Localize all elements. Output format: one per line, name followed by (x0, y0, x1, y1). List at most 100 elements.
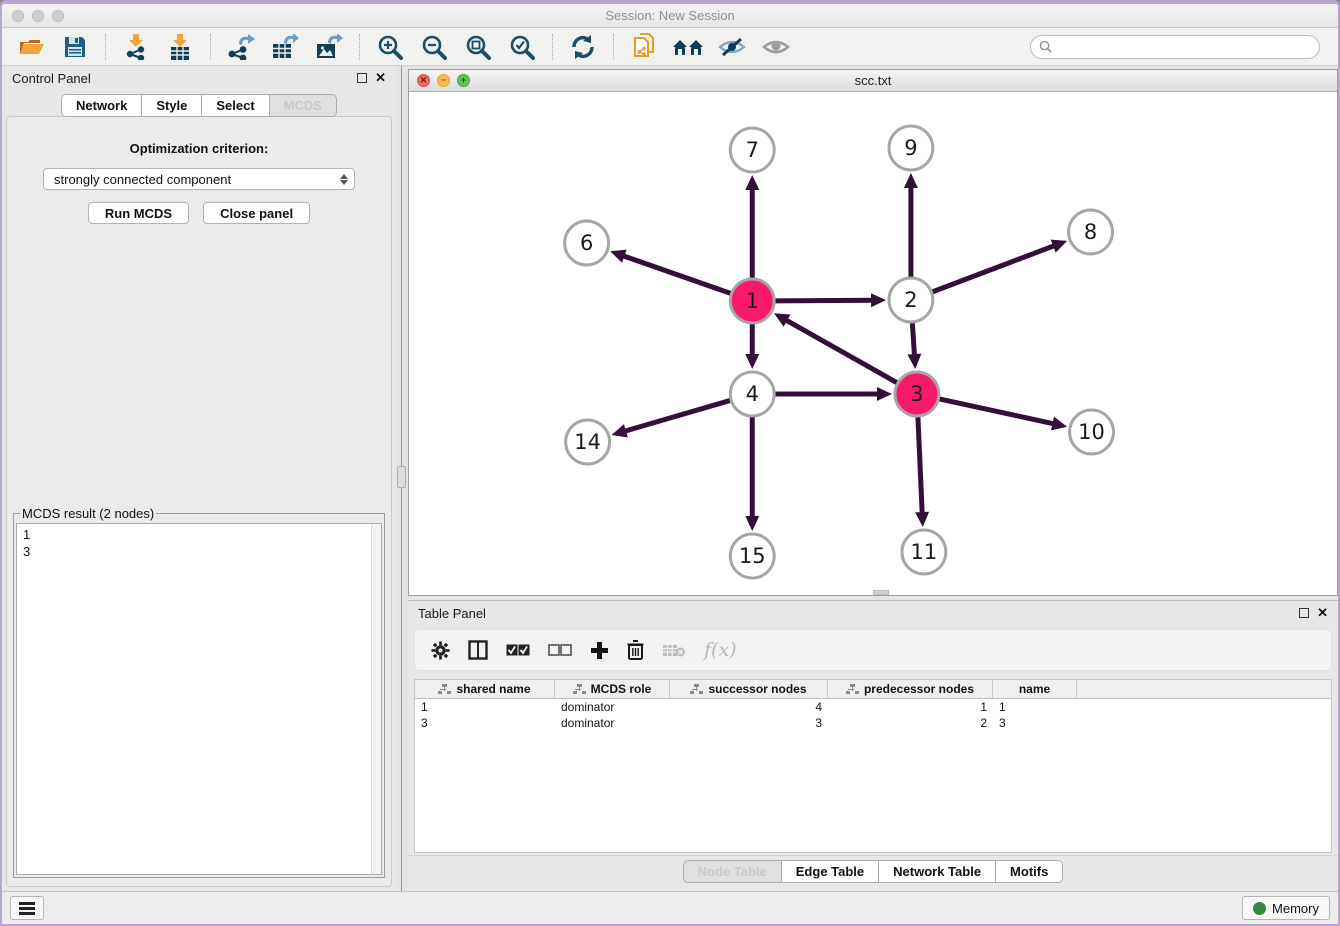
table-row[interactable]: 3dominator323 (415, 715, 1331, 731)
graph-node-11[interactable]: 11 (902, 530, 946, 574)
graph-node-8[interactable]: 8 (1069, 210, 1113, 254)
search-field[interactable] (1030, 35, 1320, 59)
delete-column-button[interactable] (662, 643, 686, 658)
result-scrollbar[interactable] (371, 524, 381, 874)
add-column-button[interactable] (590, 641, 609, 660)
cell-shared-name[interactable]: 1 (415, 699, 555, 715)
edge-3-10[interactable] (939, 399, 1055, 424)
edge-3-11[interactable] (918, 417, 922, 515)
tab-edge-table[interactable]: Edge Table (781, 860, 878, 883)
zoom-fit-button[interactable] (459, 32, 497, 62)
cell-predecessor-nodes[interactable]: 1 (828, 699, 993, 715)
zoom-selected-icon (509, 34, 535, 60)
home-layout-button[interactable] (669, 32, 707, 62)
edge-1-6[interactable] (621, 255, 730, 293)
save-session-button[interactable] (56, 32, 94, 62)
tab-network-table[interactable]: Network Table (878, 860, 995, 883)
memory-button[interactable]: Memory (1242, 896, 1330, 920)
graph-node-15[interactable]: 15 (730, 534, 774, 578)
edge-3-1[interactable] (784, 319, 896, 383)
zoom-selected-button[interactable] (503, 32, 541, 62)
export-image-button[interactable] (310, 32, 348, 62)
edge-2-3[interactable] (912, 323, 914, 357)
optimization-criterion-label: Optimization criterion: (7, 141, 391, 156)
search-input[interactable] (1057, 40, 1311, 54)
canvas-grip[interactable] (873, 590, 889, 595)
function-builder-button[interactable]: f(x) (704, 639, 737, 661)
hide-selected-button[interactable] (713, 32, 751, 62)
tab-style[interactable]: Style (141, 94, 201, 117)
graph-node-7[interactable]: 7 (730, 128, 774, 172)
show-all-button[interactable] (757, 32, 795, 62)
network-window-titlebar[interactable]: ✕ − + scc.txt (409, 70, 1337, 92)
export-image-icon (315, 34, 343, 60)
edge-4-14[interactable] (623, 400, 730, 431)
optimization-criterion-select[interactable]: strongly connected component (43, 168, 355, 190)
delete-button[interactable] (627, 640, 644, 660)
float-panel-icon[interactable] (357, 73, 367, 83)
export-table-icon (271, 34, 299, 60)
panel-splitter[interactable] (396, 66, 408, 891)
edge-1-2[interactable] (775, 300, 874, 301)
refresh-button[interactable] (564, 32, 602, 62)
cell-MCDS-role[interactable]: dominator (555, 699, 670, 715)
graph-node-2[interactable]: 2 (889, 278, 933, 322)
arrowhead-2-9 (904, 173, 918, 188)
import-table-button[interactable] (161, 32, 199, 62)
tab-motifs[interactable]: Motifs (995, 860, 1063, 883)
run-mcds-button[interactable]: Run MCDS (88, 202, 189, 224)
title-bar: Session: New Session (2, 4, 1338, 28)
unselect-all-button[interactable] (548, 644, 572, 657)
splitter-grip[interactable] (397, 466, 406, 488)
column-header-MCDS-role[interactable]: MCDS role (555, 680, 670, 698)
column-header-predecessor-nodes[interactable]: predecessor nodes (828, 680, 993, 698)
column-view-button[interactable] (468, 640, 488, 660)
select-all-button[interactable] (506, 644, 530, 657)
svg-text:8: 8 (1084, 220, 1097, 244)
tab-select[interactable]: Select (201, 94, 268, 117)
graph-node-3[interactable]: 3 (895, 372, 939, 416)
float-table-panel-icon[interactable] (1299, 608, 1309, 618)
task-history-button[interactable] (10, 896, 44, 920)
close-table-panel-icon[interactable]: ✕ (1317, 608, 1328, 618)
column-header-shared-name[interactable]: shared name (415, 680, 555, 698)
tab-node-table[interactable]: Node Table (683, 860, 781, 883)
cell-name[interactable]: 3 (993, 715, 1077, 731)
close-panel-button[interactable]: Close panel (203, 202, 310, 224)
graph-node-14[interactable]: 14 (566, 420, 610, 464)
edge-2-8[interactable] (932, 245, 1056, 292)
cell-predecessor-nodes[interactable]: 2 (828, 715, 993, 731)
table-row[interactable]: 1dominator411 (415, 699, 1331, 715)
graph-node-4[interactable]: 4 (730, 372, 774, 416)
column-header-successor-nodes[interactable]: successor nodes (670, 680, 828, 698)
zoom-out-button[interactable] (415, 32, 453, 62)
cell-successor-nodes[interactable]: 3 (670, 715, 828, 731)
export-network-button[interactable] (222, 32, 260, 62)
duplicate-network-button[interactable] (625, 32, 663, 62)
tab-network[interactable]: Network (61, 94, 141, 117)
tab-mcds[interactable]: MCDS (269, 94, 337, 117)
main-toolbar (2, 28, 1338, 66)
close-panel-icon[interactable]: ✕ (375, 73, 386, 83)
import-network-button[interactable] (117, 32, 155, 62)
network-window-title: scc.txt (409, 73, 1337, 88)
zoom-in-button[interactable] (371, 32, 409, 62)
cell-MCDS-role[interactable]: dominator (555, 715, 670, 731)
zoom-out-icon (421, 34, 447, 60)
arrowhead-3-10 (1051, 417, 1067, 431)
arrowhead-2-3 (907, 354, 921, 369)
graph-node-1[interactable]: 1 (730, 279, 774, 323)
mcds-result-text[interactable]: 1 3 (16, 523, 382, 875)
column-header-name[interactable]: name (993, 680, 1077, 698)
open-file-button[interactable] (12, 32, 50, 62)
graph-node-6[interactable]: 6 (565, 221, 609, 265)
graph-node-9[interactable]: 9 (889, 126, 933, 170)
cell-name[interactable]: 1 (993, 699, 1077, 715)
cell-successor-nodes[interactable]: 4 (670, 699, 828, 715)
gear-button[interactable] (431, 641, 450, 660)
network-graph[interactable]: 7 9 6 8 1 2 4 3 14 10 15 11 (409, 92, 1337, 595)
cell-shared-name[interactable]: 3 (415, 715, 555, 731)
export-table-button[interactable] (266, 32, 304, 62)
graph-node-10[interactable]: 10 (1070, 410, 1114, 454)
network-canvas[interactable]: 7 9 6 8 1 2 4 3 14 10 15 11 (409, 92, 1337, 595)
